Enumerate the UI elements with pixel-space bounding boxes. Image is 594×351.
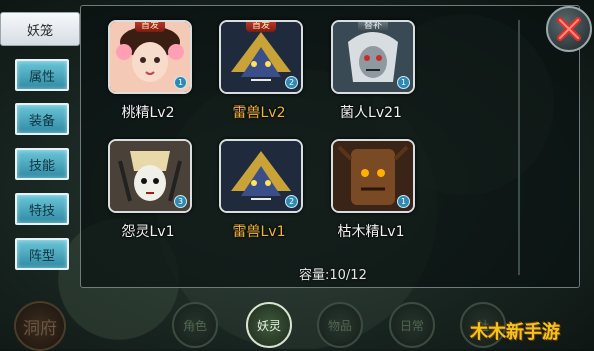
cave-home-label: 洞府: [23, 318, 57, 339]
slot-number-badge: 1: [397, 195, 410, 208]
slot-number-badge: 2: [285, 76, 298, 89]
substitute-badge: 替补: [357, 22, 389, 32]
nav-daily-button[interactable]: 日常: [389, 302, 435, 348]
pet-name: 雷兽Lv1: [232, 224, 286, 240]
side-menu-skills[interactable]: 技能: [15, 148, 69, 180]
nav-items-button[interactable]: 物品: [317, 302, 363, 348]
pet-card-kumujing[interactable]: 1: [331, 139, 415, 213]
slot-number-badge: 1: [397, 76, 410, 89]
nav-label: 妖灵: [256, 318, 281, 333]
close-button[interactable]: [546, 6, 592, 52]
panel-divider: [518, 20, 520, 275]
starter-badge: 首发: [245, 22, 277, 32]
slot-number-badge: 3: [174, 195, 187, 208]
side-menu-formation[interactable]: 阵型: [15, 238, 69, 270]
side-menu-label: 装备: [28, 113, 55, 129]
pet-name: 枯木精Lv1: [337, 224, 405, 240]
pet-name: 怨灵Lv1: [121, 224, 175, 240]
nav-character-button[interactable]: 角色: [172, 302, 218, 348]
nav-label: 物品: [327, 318, 352, 333]
nav-label: 角色: [182, 318, 207, 333]
nav-spirit-button[interactable]: 妖灵: [246, 302, 292, 348]
side-menu-label: 阵型: [28, 248, 55, 264]
tab-yaolong-label: 妖笼: [26, 23, 53, 39]
capacity-text: 容量:10/12: [299, 268, 367, 283]
cave-home-button[interactable]: 洞府: [14, 301, 66, 351]
pet-list-panel: 首发 1 桃精Lv2 首发 2 雷兽Lv2 替补 1 菌人Lv21 3 怨灵Lv…: [80, 5, 580, 288]
side-menu-label: 技能: [28, 158, 55, 174]
side-menu-special[interactable]: 特技: [15, 193, 69, 225]
slot-number-badge: 1: [174, 76, 187, 89]
pet-card-yuanling[interactable]: 3: [108, 139, 192, 213]
pet-card-leishou[interactable]: 首发 2: [219, 20, 303, 94]
close-icon: [557, 17, 581, 41]
starter-badge: 首发: [134, 22, 166, 32]
pet-name: 桃精Lv2: [121, 105, 175, 121]
pet-name: 雷兽Lv2: [232, 105, 286, 121]
side-menu-equipment[interactable]: 装备: [15, 103, 69, 135]
nav-label: 日常: [399, 318, 424, 333]
pet-name: 菌人Lv21: [340, 105, 402, 121]
side-menu-attributes[interactable]: 属性: [15, 59, 69, 91]
pet-card-junren[interactable]: 替补 1: [331, 20, 415, 94]
slot-number-badge: 2: [285, 195, 298, 208]
tab-yaolong[interactable]: 妖笼: [0, 12, 80, 46]
pet-card-leishou-2[interactable]: 2: [219, 139, 303, 213]
watermark-logo: 木木新手游: [470, 322, 560, 343]
side-menu-label: 特技: [28, 203, 55, 219]
pet-card-taojing[interactable]: 首发 1: [108, 20, 192, 94]
side-menu-label: 属性: [28, 69, 55, 85]
